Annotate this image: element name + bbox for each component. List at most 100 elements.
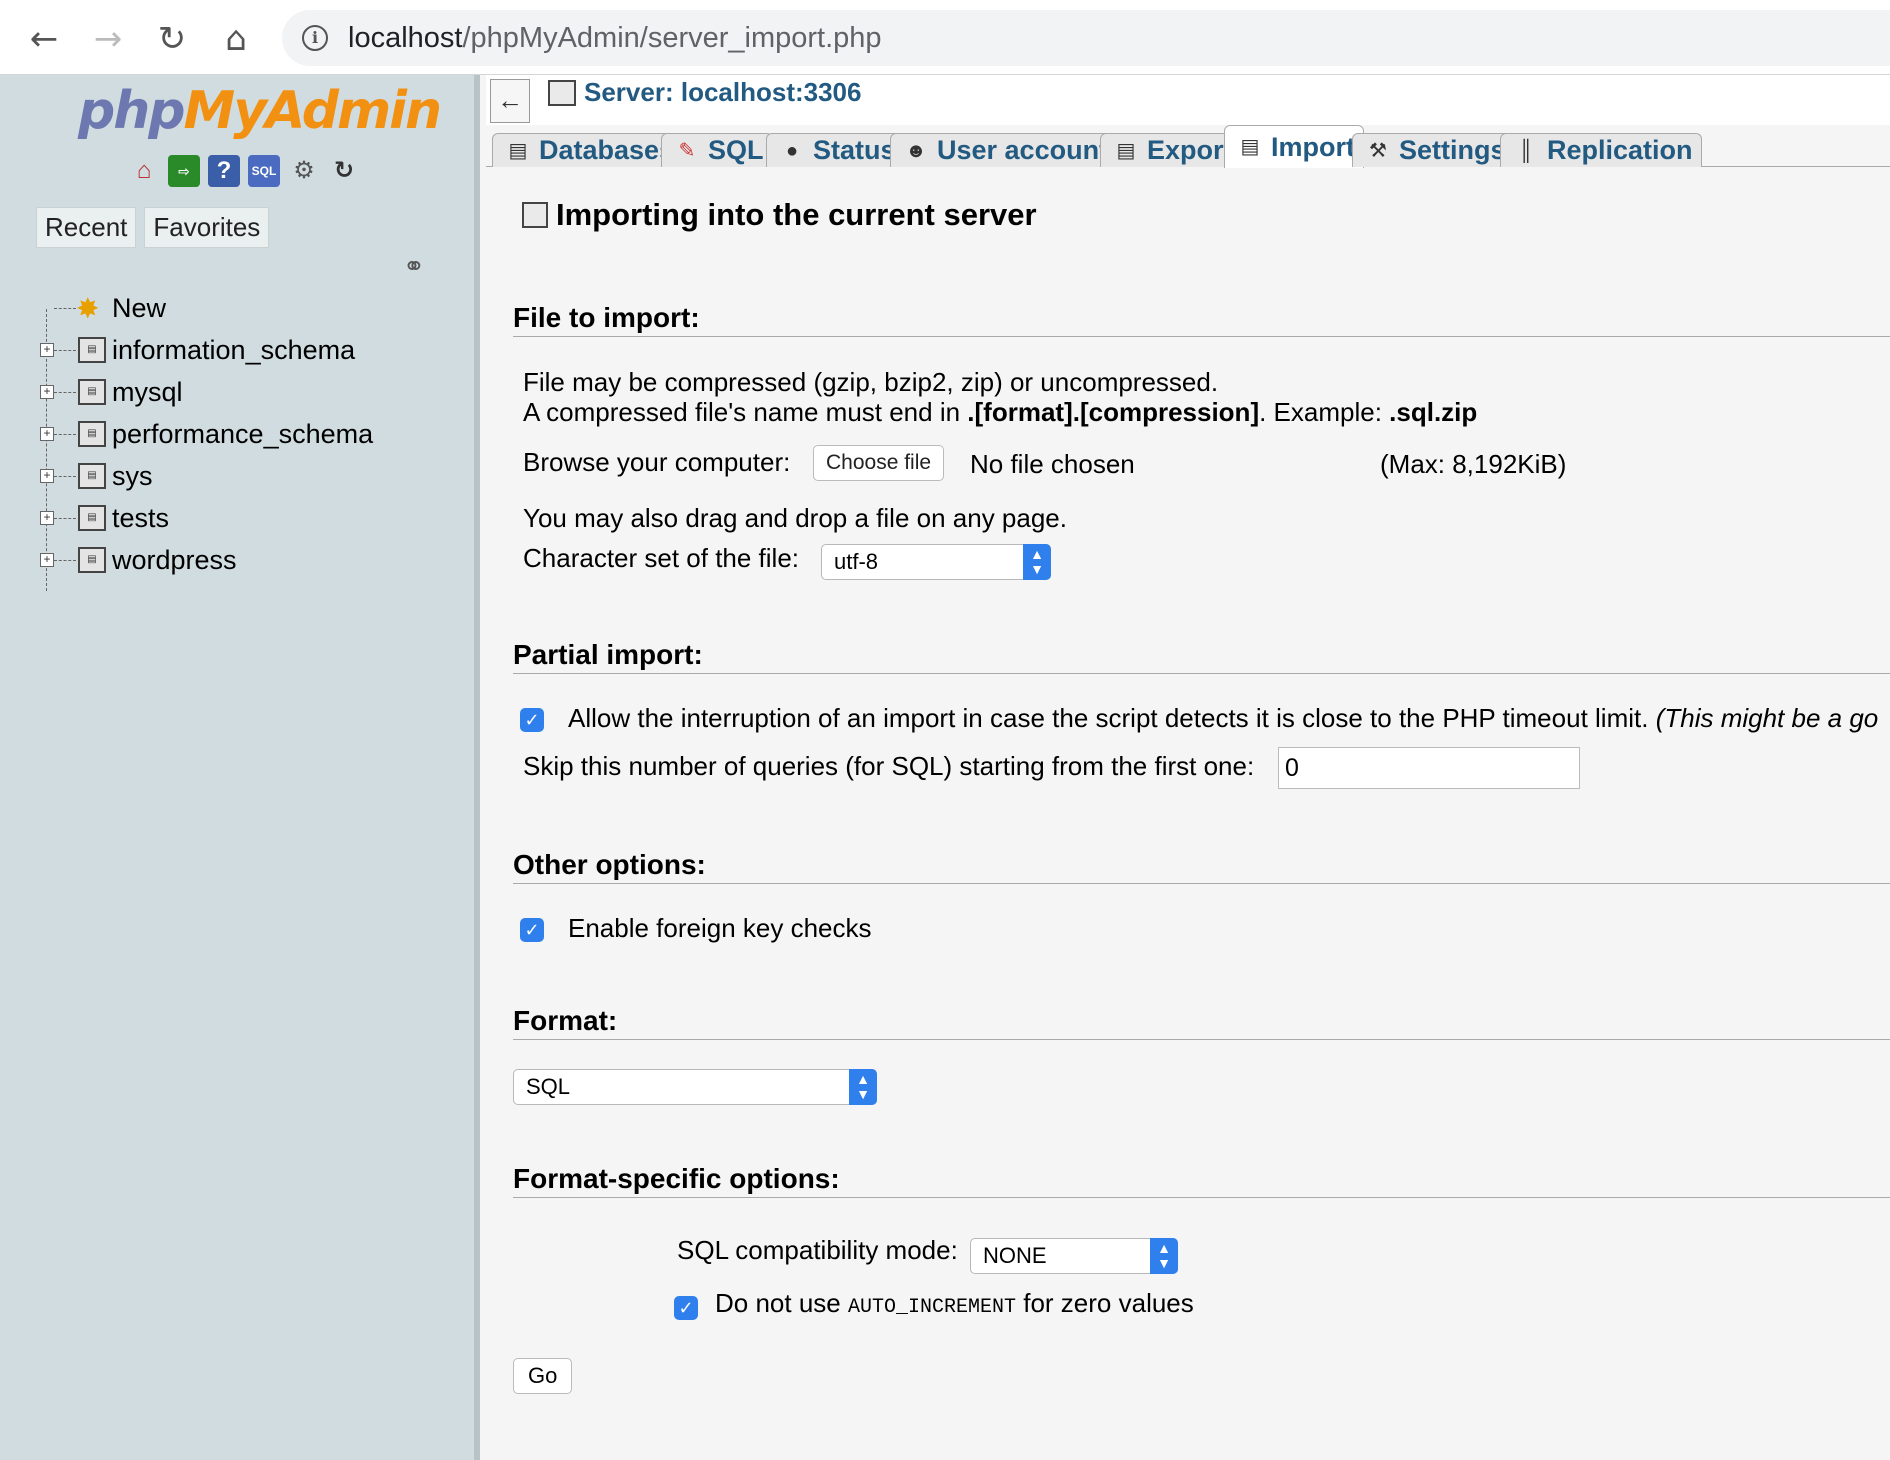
reload-navigation-icon[interactable]: ↻ — [328, 155, 360, 187]
top-menu-tabs: ▤ Databases ✎ SQL ● Status ☻ User accoun… — [486, 125, 1890, 168]
expand-icon[interactable]: + — [40, 343, 54, 357]
tab-label: Import — [1271, 131, 1355, 162]
page-title-text: Importing into the current server — [556, 197, 1037, 232]
link-with-main-panel-icon[interactable]: ⚭ — [403, 251, 425, 282]
file-to-import-section: File to import: — [513, 302, 1890, 337]
back-arrow-icon[interactable]: ← — [22, 17, 66, 61]
navigation-panel: phpMyAdmin ⌂ ⇨ ? SQL ⚙ ↻ Recent Favorite… — [0, 75, 480, 1460]
tree-branch — [54, 559, 76, 561]
replication-icon: ║ — [1518, 139, 1534, 162]
import-form: Importing into the current server File t… — [486, 167, 1890, 1460]
allow-interrupt-checkbox[interactable]: ✓ — [520, 708, 544, 732]
expand-icon[interactable]: + — [40, 511, 54, 525]
tree-item-label[interactable]: wordpress — [112, 545, 237, 576]
section-title: Partial import: — [513, 639, 703, 670]
tab-import[interactable]: ▤ Import — [1224, 125, 1364, 168]
settings-gear-icon[interactable]: ⚙ — [288, 155, 320, 187]
tab-settings[interactable]: ⚒ Settings — [1352, 133, 1515, 167]
sql-docs-icon[interactable]: SQL — [248, 155, 280, 187]
server-breadcrumb-label[interactable]: Server: localhost:3306 — [584, 77, 861, 108]
expand-icon[interactable]: + — [40, 553, 54, 567]
favorites-tab[interactable]: Favorites — [144, 207, 270, 248]
breadcrumb: ← Server: localhost:3306 — [486, 75, 1890, 125]
phpmyadmin-logo[interactable]: phpMyAdmin — [78, 81, 442, 141]
drag-drop-info: You may also drag and drop a file on any… — [523, 503, 1067, 533]
other-options-section: Other options: — [513, 849, 1890, 884]
tab-label: Export — [1147, 135, 1233, 165]
tree-item-label[interactable]: information_schema — [112, 335, 355, 366]
collapse-navigation-icon[interactable]: ← — [490, 79, 530, 123]
home-icon[interactable]: ⌂ — [128, 155, 160, 187]
server-icon — [548, 79, 576, 106]
partial-import-section: Partial import: — [513, 639, 1890, 674]
logout-icon[interactable]: ⇨ — [168, 155, 200, 187]
tree-item-tests[interactable]: + ▤ tests — [40, 497, 470, 539]
charset-label: Character set of the file: — [523, 543, 800, 573]
tab-label: Settings — [1399, 135, 1506, 165]
no-auto-increment-checkbox[interactable]: ✓ — [674, 1296, 698, 1320]
sql-compat-value: NONE — [983, 1243, 1047, 1268]
tree-branch — [54, 433, 76, 435]
database-icon: ▤ — [78, 379, 106, 405]
tree-item-label[interactable]: mysql — [112, 377, 183, 408]
tree-item-wordpress[interactable]: + ▤ wordpress — [40, 539, 470, 581]
home-icon[interactable]: ⌂ — [214, 17, 258, 61]
section-title: Format-specific options: — [513, 1163, 840, 1194]
tab-label: Databases — [539, 135, 675, 165]
tree-item-information-schema[interactable]: + ▤ information_schema — [40, 329, 470, 371]
tree-item-label[interactable]: New — [112, 293, 166, 324]
expand-icon[interactable]: + — [40, 469, 54, 483]
sql-compat-label: SQL compatibility mode: — [677, 1235, 958, 1265]
expand-icon[interactable]: + — [40, 427, 54, 441]
section-title: File to import: — [513, 302, 700, 333]
database-icon: ▤ — [78, 421, 106, 447]
browse-label: Browse your computer: — [523, 447, 791, 477]
tab-user-accounts[interactable]: ☻ User accounts — [890, 133, 1133, 167]
sql-compat-select[interactable]: NONE ▲ ▼ — [970, 1238, 1178, 1274]
tab-export[interactable]: ▤ Export — [1100, 133, 1242, 167]
tab-status[interactable]: ● Status — [766, 133, 905, 167]
tree-item-mysql[interactable]: + ▤ mysql — [40, 371, 470, 413]
tree-item-label[interactable]: performance_schema — [112, 419, 373, 450]
sidebar-tabs: Recent Favorites — [36, 207, 270, 248]
tab-label: SQL — [708, 135, 764, 165]
tree-item-sys[interactable]: + ▤ sys — [40, 455, 470, 497]
skip-queries-input[interactable]: 0 — [1278, 747, 1580, 789]
section-title: Format: — [513, 1005, 618, 1036]
tree-item-label[interactable]: tests — [112, 503, 169, 534]
tab-sql[interactable]: ✎ SQL — [661, 133, 773, 167]
server-breadcrumb[interactable]: Server: localhost:3306 — [548, 77, 861, 108]
format-select[interactable]: SQL ▲ ▼ — [513, 1069, 877, 1105]
tree-branch — [54, 391, 76, 393]
tree-item-label[interactable]: sys — [112, 461, 153, 492]
chevron-updown-icon: ▲ ▼ — [1150, 1238, 1178, 1274]
format-specific-section: Format-specific options: — [513, 1163, 1890, 1198]
tab-databases[interactable]: ▤ Databases — [492, 133, 684, 167]
database-icon: ▤ — [78, 337, 106, 363]
format-value: SQL — [526, 1074, 571, 1099]
tab-replication[interactable]: ║ Replication — [1500, 133, 1702, 167]
tree-item-performance-schema[interactable]: + ▤ performance_schema — [40, 413, 470, 455]
help-icon[interactable]: ? — [208, 155, 240, 187]
skip-queries-label: Skip this number of queries (for SQL) st… — [523, 751, 1255, 781]
import-icon — [522, 202, 548, 228]
address-bar[interactable]: i localhost/phpMyAdmin/server_import.php — [282, 10, 1890, 66]
tree-item-new[interactable]: ✸ New — [40, 287, 470, 329]
sql-icon: ✎ — [678, 139, 696, 162]
max-upload-size: (Max: 8,192KiB) — [1380, 449, 1567, 479]
charset-select[interactable]: utf-8 ▲ ▼ — [821, 544, 1051, 580]
forward-arrow-icon[interactable]: → — [86, 17, 130, 61]
reload-icon[interactable]: ↻ — [150, 17, 194, 61]
database-tree: ✸ New + ▤ information_schema + ▤ mysql +… — [40, 287, 470, 591]
foreign-key-checks-checkbox[interactable]: ✓ — [520, 918, 544, 942]
main-panel: ← Server: localhost:3306 ▤ Databases ✎ S… — [486, 75, 1890, 1460]
choose-file-button[interactable]: Choose file — [813, 445, 945, 481]
recent-tab[interactable]: Recent — [36, 207, 137, 248]
section-title: Other options: — [513, 849, 706, 880]
import-icon: ▤ — [1240, 136, 1260, 158]
tree-branch — [54, 349, 76, 351]
expand-icon[interactable]: + — [40, 385, 54, 399]
info-icon[interactable]: i — [302, 25, 328, 51]
go-button[interactable]: Go — [513, 1358, 573, 1394]
no-auto-increment-label: Do not use AUTO_INCREMENT for zero value… — [715, 1288, 1194, 1319]
